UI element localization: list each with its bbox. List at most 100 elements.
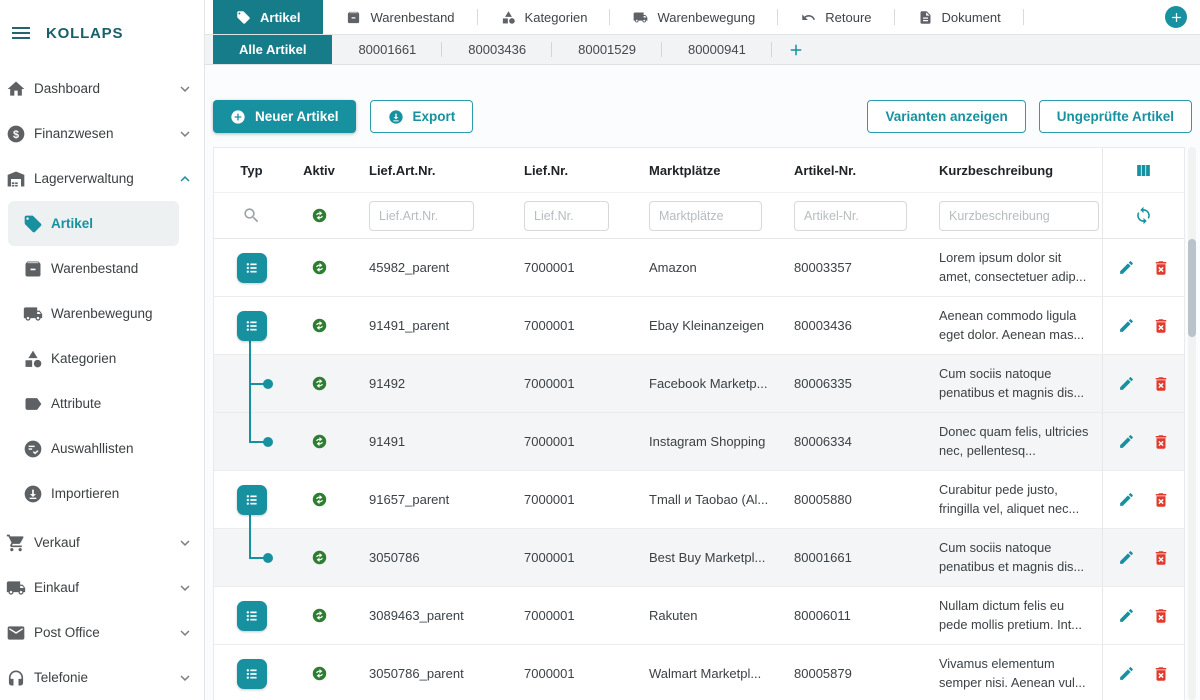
tab-warenbewegung[interactable]: Warenbewegung bbox=[610, 0, 778, 34]
cell-kurzbeschreibung: Donec quam felis, ultricies nec, pellent… bbox=[919, 423, 1102, 460]
subtab-alle-artikel[interactable]: Alle Artikel bbox=[213, 35, 332, 64]
active-status-icon[interactable] bbox=[311, 549, 328, 566]
sidebar-item-verkauf[interactable]: Verkauf bbox=[0, 520, 204, 565]
active-filter-toggle[interactable] bbox=[311, 207, 328, 224]
sidebar-item-warenbestand[interactable]: Warenbestand bbox=[8, 246, 179, 291]
unchecked-articles-button[interactable]: Ungeprüfte Artikel bbox=[1039, 100, 1192, 133]
filter-marktplaetze-input[interactable] bbox=[649, 201, 762, 231]
subtab-80001661[interactable]: 80001661 bbox=[332, 35, 442, 64]
active-icon bbox=[311, 433, 328, 450]
article-type-list-icon[interactable] bbox=[237, 253, 267, 283]
article-subtabbar: Alle Artikel8000166180003436800015298000… bbox=[205, 35, 1200, 65]
col-header-typ: Typ bbox=[214, 148, 289, 192]
show-variants-button[interactable]: Varianten anzeigen bbox=[867, 100, 1025, 133]
delete-button[interactable] bbox=[1146, 543, 1176, 573]
cell-artikel-nr: 80005879 bbox=[774, 666, 919, 681]
sidebar-item-artikel[interactable]: Artikel bbox=[8, 201, 179, 246]
active-status-icon[interactable] bbox=[311, 433, 328, 450]
filter-lief-nr-input[interactable] bbox=[524, 201, 609, 231]
add-tab-button[interactable] bbox=[1165, 6, 1187, 28]
edit-button[interactable] bbox=[1112, 427, 1142, 457]
table-row: 45982_parent7000001Amazon80003357Lorem i… bbox=[214, 239, 1184, 297]
sidebar-item-label: Warenbewegung bbox=[51, 306, 153, 321]
subtab-80001529[interactable]: 80001529 bbox=[552, 35, 662, 64]
delete-button[interactable] bbox=[1146, 659, 1176, 689]
cell-lief-art-nr: 91657_parent bbox=[349, 492, 504, 507]
delete-button[interactable] bbox=[1146, 601, 1176, 631]
active-status-icon[interactable] bbox=[311, 375, 328, 392]
home-icon bbox=[6, 79, 26, 99]
active-status-icon[interactable] bbox=[311, 317, 328, 334]
sidebar-item-importieren[interactable]: Importieren bbox=[8, 471, 179, 516]
filter-kurzbeschreibung-input[interactable] bbox=[939, 201, 1099, 231]
add-article-tab-button[interactable] bbox=[772, 41, 820, 59]
article-type-list-icon[interactable] bbox=[237, 485, 267, 515]
truck-icon bbox=[633, 10, 648, 25]
mail-icon bbox=[6, 623, 26, 643]
edit-button[interactable] bbox=[1112, 253, 1142, 283]
sidebar-item-post-office[interactable]: Post Office bbox=[0, 610, 204, 655]
sidebar-item-warenbewegung[interactable]: Warenbewegung bbox=[8, 291, 179, 336]
article-type-list-icon[interactable] bbox=[237, 659, 267, 689]
col-header-aktiv: Aktiv bbox=[289, 148, 349, 192]
edit-button[interactable] bbox=[1112, 485, 1142, 515]
sidebar-item-attribute[interactable]: Attribute bbox=[8, 381, 179, 426]
vertical-scrollbar[interactable] bbox=[1188, 147, 1196, 700]
cell-kurzbeschreibung: Aenean commodo ligula eget dolor. Aenean… bbox=[919, 307, 1102, 344]
tab-kategorien[interactable]: Kategorien bbox=[478, 0, 611, 34]
articles-table: Typ Aktiv Lief.Art.Nr. Lief.Nr. Marktplä… bbox=[213, 147, 1185, 700]
delete-button[interactable] bbox=[1146, 253, 1176, 283]
subtab-80000941[interactable]: 80000941 bbox=[662, 35, 772, 64]
delete-button[interactable] bbox=[1146, 485, 1176, 515]
filter-lief-art-nr-input[interactable] bbox=[369, 201, 474, 231]
delete-button[interactable] bbox=[1146, 369, 1176, 399]
truck-icon bbox=[23, 304, 43, 324]
finance-icon: $ bbox=[6, 124, 26, 144]
delete-button[interactable] bbox=[1146, 311, 1176, 341]
edit-button[interactable] bbox=[1112, 659, 1142, 689]
new-article-button[interactable]: Neuer Artikel bbox=[213, 100, 356, 133]
active-status-icon[interactable] bbox=[311, 491, 328, 508]
refresh-button[interactable] bbox=[1134, 206, 1153, 225]
active-status-icon[interactable] bbox=[311, 665, 328, 682]
edit-button[interactable] bbox=[1112, 311, 1142, 341]
cell-lief-nr: 7000001 bbox=[504, 434, 629, 449]
article-type-list-icon[interactable] bbox=[237, 311, 267, 341]
edit-button[interactable] bbox=[1112, 601, 1142, 631]
delete-button[interactable] bbox=[1146, 427, 1176, 457]
tab-retoure[interactable]: Retoure bbox=[778, 0, 894, 34]
cell-lief-art-nr: 91491 bbox=[349, 434, 504, 449]
menu-icon[interactable] bbox=[9, 21, 33, 45]
filter-artikel-nr-input[interactable] bbox=[794, 201, 907, 231]
subtab-80003436[interactable]: 80003436 bbox=[442, 35, 552, 64]
sidebar-item-telefonie[interactable]: Telefonie bbox=[0, 655, 204, 700]
sidebar-item-label: Telefonie bbox=[34, 670, 88, 685]
edit-icon bbox=[1118, 433, 1135, 450]
tab-dokument[interactable]: Dokument bbox=[895, 0, 1024, 34]
sidebar-item-auswahllisten[interactable]: Auswahllisten bbox=[8, 426, 179, 471]
col-header-lief-nr: Lief.Nr. bbox=[504, 163, 629, 178]
sidebar-item-label: Lagerverwaltung bbox=[34, 171, 134, 186]
column-settings-button[interactable] bbox=[1134, 161, 1153, 180]
cell-kurzbeschreibung: Lorem ipsum dolor sit amet, consectetuer… bbox=[919, 249, 1102, 286]
tab-warenbestand[interactable]: Warenbestand bbox=[323, 0, 477, 34]
cell-lief-nr: 7000001 bbox=[504, 550, 629, 565]
export-button[interactable]: Export bbox=[370, 100, 474, 133]
tree-connector bbox=[249, 412, 251, 442]
sidebar-item-lagerverwaltung[interactable]: Lagerverwaltung bbox=[0, 156, 204, 201]
active-status-icon[interactable] bbox=[311, 259, 328, 276]
cell-marktplaetze: Best Buy Marketpl... bbox=[629, 550, 774, 565]
inventory-icon bbox=[23, 259, 43, 279]
sidebar-item-dashboard[interactable]: Dashboard bbox=[0, 66, 204, 111]
typ-list-icon bbox=[242, 606, 262, 626]
active-status-icon[interactable] bbox=[311, 607, 328, 624]
article-type-list-icon[interactable] bbox=[237, 601, 267, 631]
scrollbar-thumb[interactable] bbox=[1188, 239, 1196, 337]
tab-artikel[interactable]: Artikel bbox=[213, 0, 323, 34]
edit-button[interactable] bbox=[1112, 369, 1142, 399]
sidebar-item-finanzwesen[interactable]: $Finanzwesen bbox=[0, 111, 204, 156]
edit-button[interactable] bbox=[1112, 543, 1142, 573]
sidebar-item-einkauf[interactable]: Einkauf bbox=[0, 565, 204, 610]
col-header-lief-art-nr: Lief.Art.Nr. bbox=[349, 163, 504, 178]
sidebar-item-kategorien[interactable]: Kategorien bbox=[8, 336, 179, 381]
